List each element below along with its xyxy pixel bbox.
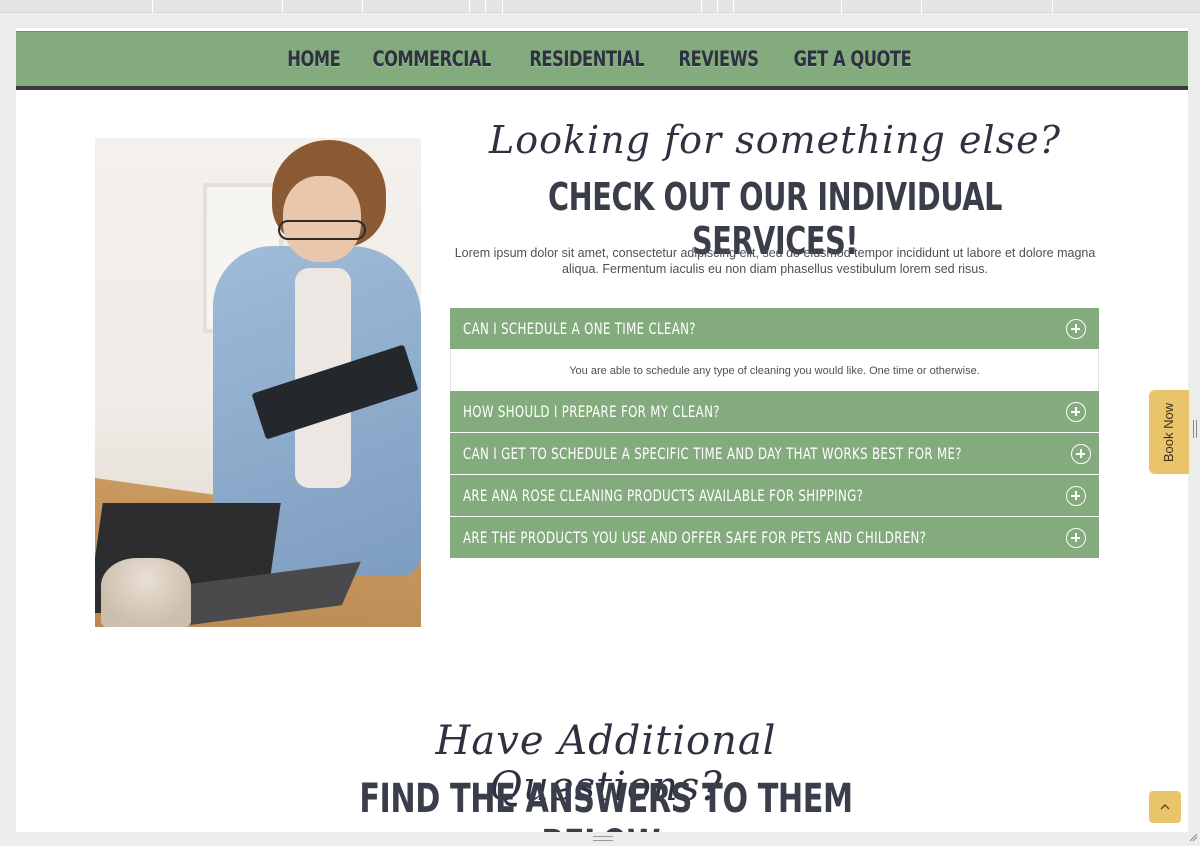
drag-handle-icon[interactable] xyxy=(1193,420,1197,438)
faq-question: CAN I GET TO SCHEDULE A SPECIFIC TIME AN… xyxy=(463,444,962,463)
main-nav: HOME COMMERCIAL RESIDENTIAL REVIEWS GET … xyxy=(16,31,1188,86)
faq-item-1-toggle[interactable]: CAN I SCHEDULE A ONE TIME CLEAN? xyxy=(450,308,1099,350)
faq-question: ARE THE PRODUCTS YOU USE AND OFFER SAFE … xyxy=(463,528,927,547)
faq-item-3-toggle[interactable]: CAN I GET TO SCHEDULE A SPECIFIC TIME AN… xyxy=(450,433,1099,475)
nav-residential[interactable]: RESIDENTIAL xyxy=(529,47,644,71)
editor-top-strip xyxy=(0,0,1200,13)
faq-item-5-toggle[interactable]: ARE THE PRODUCTS YOU USE AND OFFER SAFE … xyxy=(450,517,1099,559)
services-script-heading: Looking for something else? xyxy=(489,118,1061,162)
book-now-label: Book Now xyxy=(1161,402,1177,462)
page-canvas: HOME COMMERCIAL RESIDENTIAL REVIEWS GET … xyxy=(16,28,1188,832)
questions-heading: FIND THE ANSWERS TO THEM BELOW: xyxy=(359,776,853,832)
plus-circle-icon[interactable] xyxy=(1066,527,1086,548)
plus-circle-icon[interactable] xyxy=(1066,485,1086,506)
panel-resize-handle[interactable] xyxy=(593,836,613,841)
plus-circle-icon[interactable] xyxy=(1066,318,1086,339)
chevron-up-icon xyxy=(1160,804,1170,810)
faq-item-4-toggle[interactable]: ARE ANA ROSE CLEANING PRODUCTS AVAILABLE… xyxy=(450,475,1099,517)
faq-question: ARE ANA ROSE CLEANING PRODUCTS AVAILABLE… xyxy=(463,486,864,505)
services-intro: Lorem ipsum dolor sit amet, consectetur … xyxy=(454,246,1096,276)
nav-commercial[interactable]: COMMERCIAL xyxy=(373,47,492,71)
woman-on-phone-photo xyxy=(95,138,421,627)
book-now-tab[interactable]: Book Now xyxy=(1149,390,1189,474)
plus-circle-icon[interactable] xyxy=(1071,443,1092,464)
scroll-to-top-button[interactable] xyxy=(1149,791,1181,823)
faq-question: CAN I SCHEDULE A ONE TIME CLEAN? xyxy=(463,319,696,338)
faq-question: HOW SHOULD I PREPARE FOR MY CLEAN? xyxy=(463,402,720,421)
faq-item-2-toggle[interactable]: HOW SHOULD I PREPARE FOR MY CLEAN? xyxy=(450,391,1099,433)
faq-accordion: CAN I SCHEDULE A ONE TIME CLEAN? You are… xyxy=(450,308,1099,559)
nav-home[interactable]: HOME xyxy=(287,47,340,71)
nav-get-a-quote[interactable]: GET A QUOTE xyxy=(794,47,912,71)
nav-reviews[interactable]: REVIEWS xyxy=(679,47,759,71)
faq-answer: You are able to schedule any type of cle… xyxy=(450,350,1099,391)
plus-circle-icon[interactable] xyxy=(1066,401,1086,422)
resize-corner-icon[interactable] xyxy=(1188,832,1198,842)
